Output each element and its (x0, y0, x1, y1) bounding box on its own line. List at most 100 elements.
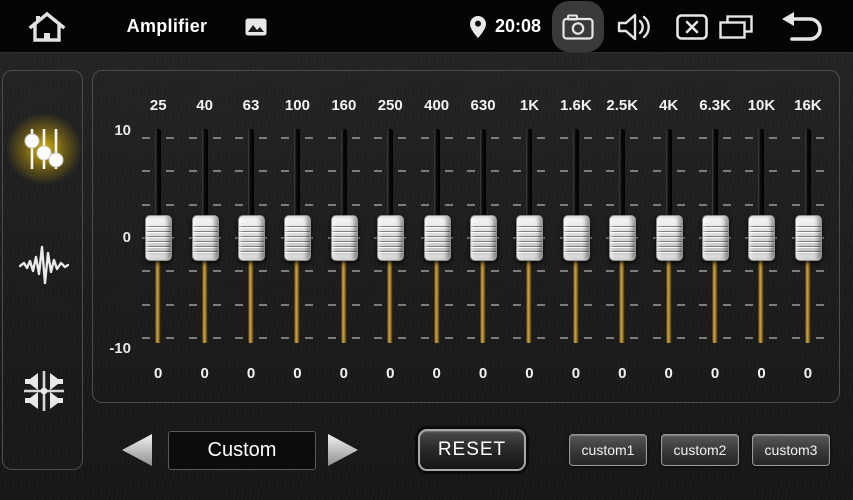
band-slider[interactable] (413, 129, 459, 347)
location-status (468, 0, 488, 53)
custom2-button[interactable]: custom2 (661, 434, 739, 466)
eq-band: 40 0 (181, 71, 227, 404)
sidebar-item-equalizer[interactable] (3, 114, 84, 184)
slider-handle[interactable] (331, 215, 358, 261)
sidebar (2, 70, 83, 470)
band-frequency-label: 4K (645, 97, 691, 115)
slider-handle[interactable] (656, 215, 683, 261)
reset-button[interactable]: RESET (418, 429, 526, 471)
slider-handle[interactable] (609, 215, 636, 261)
preset-selector[interactable]: Custom (168, 431, 316, 470)
equalizer-panel: 10 0 -10 25 0 40 0 63 0 100 (92, 70, 840, 403)
slider-handle[interactable] (795, 215, 822, 261)
eq-band: 16K 0 (785, 71, 831, 404)
band-value-label: 0 (692, 365, 738, 383)
band-value-label: 0 (228, 365, 274, 383)
custom1-button[interactable]: custom1 (569, 434, 647, 466)
home-button[interactable] (26, 0, 68, 53)
slider-handle[interactable] (424, 215, 451, 261)
slider-handle[interactable] (470, 215, 497, 261)
band-value-label: 0 (181, 365, 227, 383)
band-frequency-label: 160 (321, 97, 367, 115)
band-frequency-label: 1.6K (553, 97, 599, 115)
sidebar-item-balance-fader[interactable] (3, 356, 84, 426)
home-icon (28, 11, 66, 43)
band-slider[interactable] (785, 129, 831, 347)
band-slider[interactable] (321, 129, 367, 347)
equalizer-sliders-icon (21, 125, 67, 173)
band-slider[interactable] (367, 129, 413, 347)
band-frequency-label: 400 (413, 97, 459, 115)
recent-apps-button[interactable] (716, 0, 756, 53)
location-icon (470, 16, 486, 38)
band-slider[interactable] (228, 129, 274, 347)
volume-button[interactable] (615, 0, 653, 53)
band-frequency-label: 630 (460, 97, 506, 115)
eq-band: 1K 0 (506, 71, 552, 404)
back-button[interactable] (778, 0, 826, 53)
recent-apps-icon (719, 13, 753, 41)
eq-band: 6.3K 0 (692, 71, 738, 404)
back-icon (780, 11, 824, 43)
eq-band: 2.5K 0 (599, 71, 645, 404)
eq-bands: 25 0 40 0 63 0 100 (135, 71, 831, 404)
close-app-button[interactable] (674, 0, 710, 53)
band-slider[interactable] (181, 129, 227, 347)
scale-mid-label: 0 (97, 229, 131, 247)
volume-icon (617, 13, 651, 41)
slider-handle[interactable] (516, 215, 543, 261)
close-icon (676, 14, 708, 40)
arrow-right-icon (326, 432, 360, 468)
band-slider[interactable] (692, 129, 738, 347)
top-status-bar: Amplifier 20:08 (0, 0, 853, 53)
screenshot-button[interactable] (552, 1, 604, 52)
band-value-label: 0 (413, 365, 459, 383)
slider-handle[interactable] (377, 215, 404, 261)
speaker-balance-icon (20, 367, 68, 415)
preset-prev-button[interactable] (120, 432, 154, 468)
band-slider[interactable] (645, 129, 691, 347)
slider-handle[interactable] (284, 215, 311, 261)
band-slider[interactable] (553, 129, 599, 347)
band-slider[interactable] (506, 129, 552, 347)
slider-handle[interactable] (563, 215, 590, 261)
slider-handle[interactable] (145, 215, 172, 261)
band-frequency-label: 25 (135, 97, 181, 115)
eq-band: 100 0 (274, 71, 320, 404)
band-value-label: 0 (321, 365, 367, 383)
band-frequency-label: 250 (367, 97, 413, 115)
scale-bottom-label: -10 (97, 340, 131, 358)
slider-handle[interactable] (238, 215, 265, 261)
band-frequency-label: 10K (738, 97, 784, 115)
band-slider[interactable] (274, 129, 320, 347)
band-slider[interactable] (460, 129, 506, 347)
band-value-label: 0 (135, 365, 181, 383)
wallpaper-button[interactable] (243, 0, 269, 53)
band-value-label: 0 (599, 365, 645, 383)
sidebar-item-sound-effect[interactable] (3, 229, 84, 299)
slider-handle[interactable] (702, 215, 729, 261)
eq-band: 25 0 (135, 71, 181, 404)
band-value-label: 0 (553, 365, 599, 383)
eq-band: 400 0 (413, 71, 459, 404)
eq-band: 630 0 (460, 71, 506, 404)
band-slider[interactable] (135, 129, 181, 347)
band-value-label: 0 (460, 365, 506, 383)
band-value-label: 0 (785, 365, 831, 383)
band-frequency-label: 100 (274, 97, 320, 115)
band-value-label: 0 (367, 365, 413, 383)
custom3-button[interactable]: custom3 (752, 434, 830, 466)
clock[interactable]: 20:08 (492, 0, 544, 53)
band-frequency-label: 6.3K (692, 97, 738, 115)
preset-next-button[interactable] (326, 432, 360, 468)
band-frequency-label: 40 (181, 97, 227, 115)
band-slider[interactable] (599, 129, 645, 347)
slider-handle[interactable] (192, 215, 219, 261)
camera-icon (562, 14, 594, 40)
eq-band: 10K 0 (738, 71, 784, 404)
band-slider[interactable] (738, 129, 784, 347)
band-value-label: 0 (274, 365, 320, 383)
slider-handle[interactable] (748, 215, 775, 261)
waveform-icon (19, 241, 69, 287)
eq-band: 4K 0 (645, 71, 691, 404)
